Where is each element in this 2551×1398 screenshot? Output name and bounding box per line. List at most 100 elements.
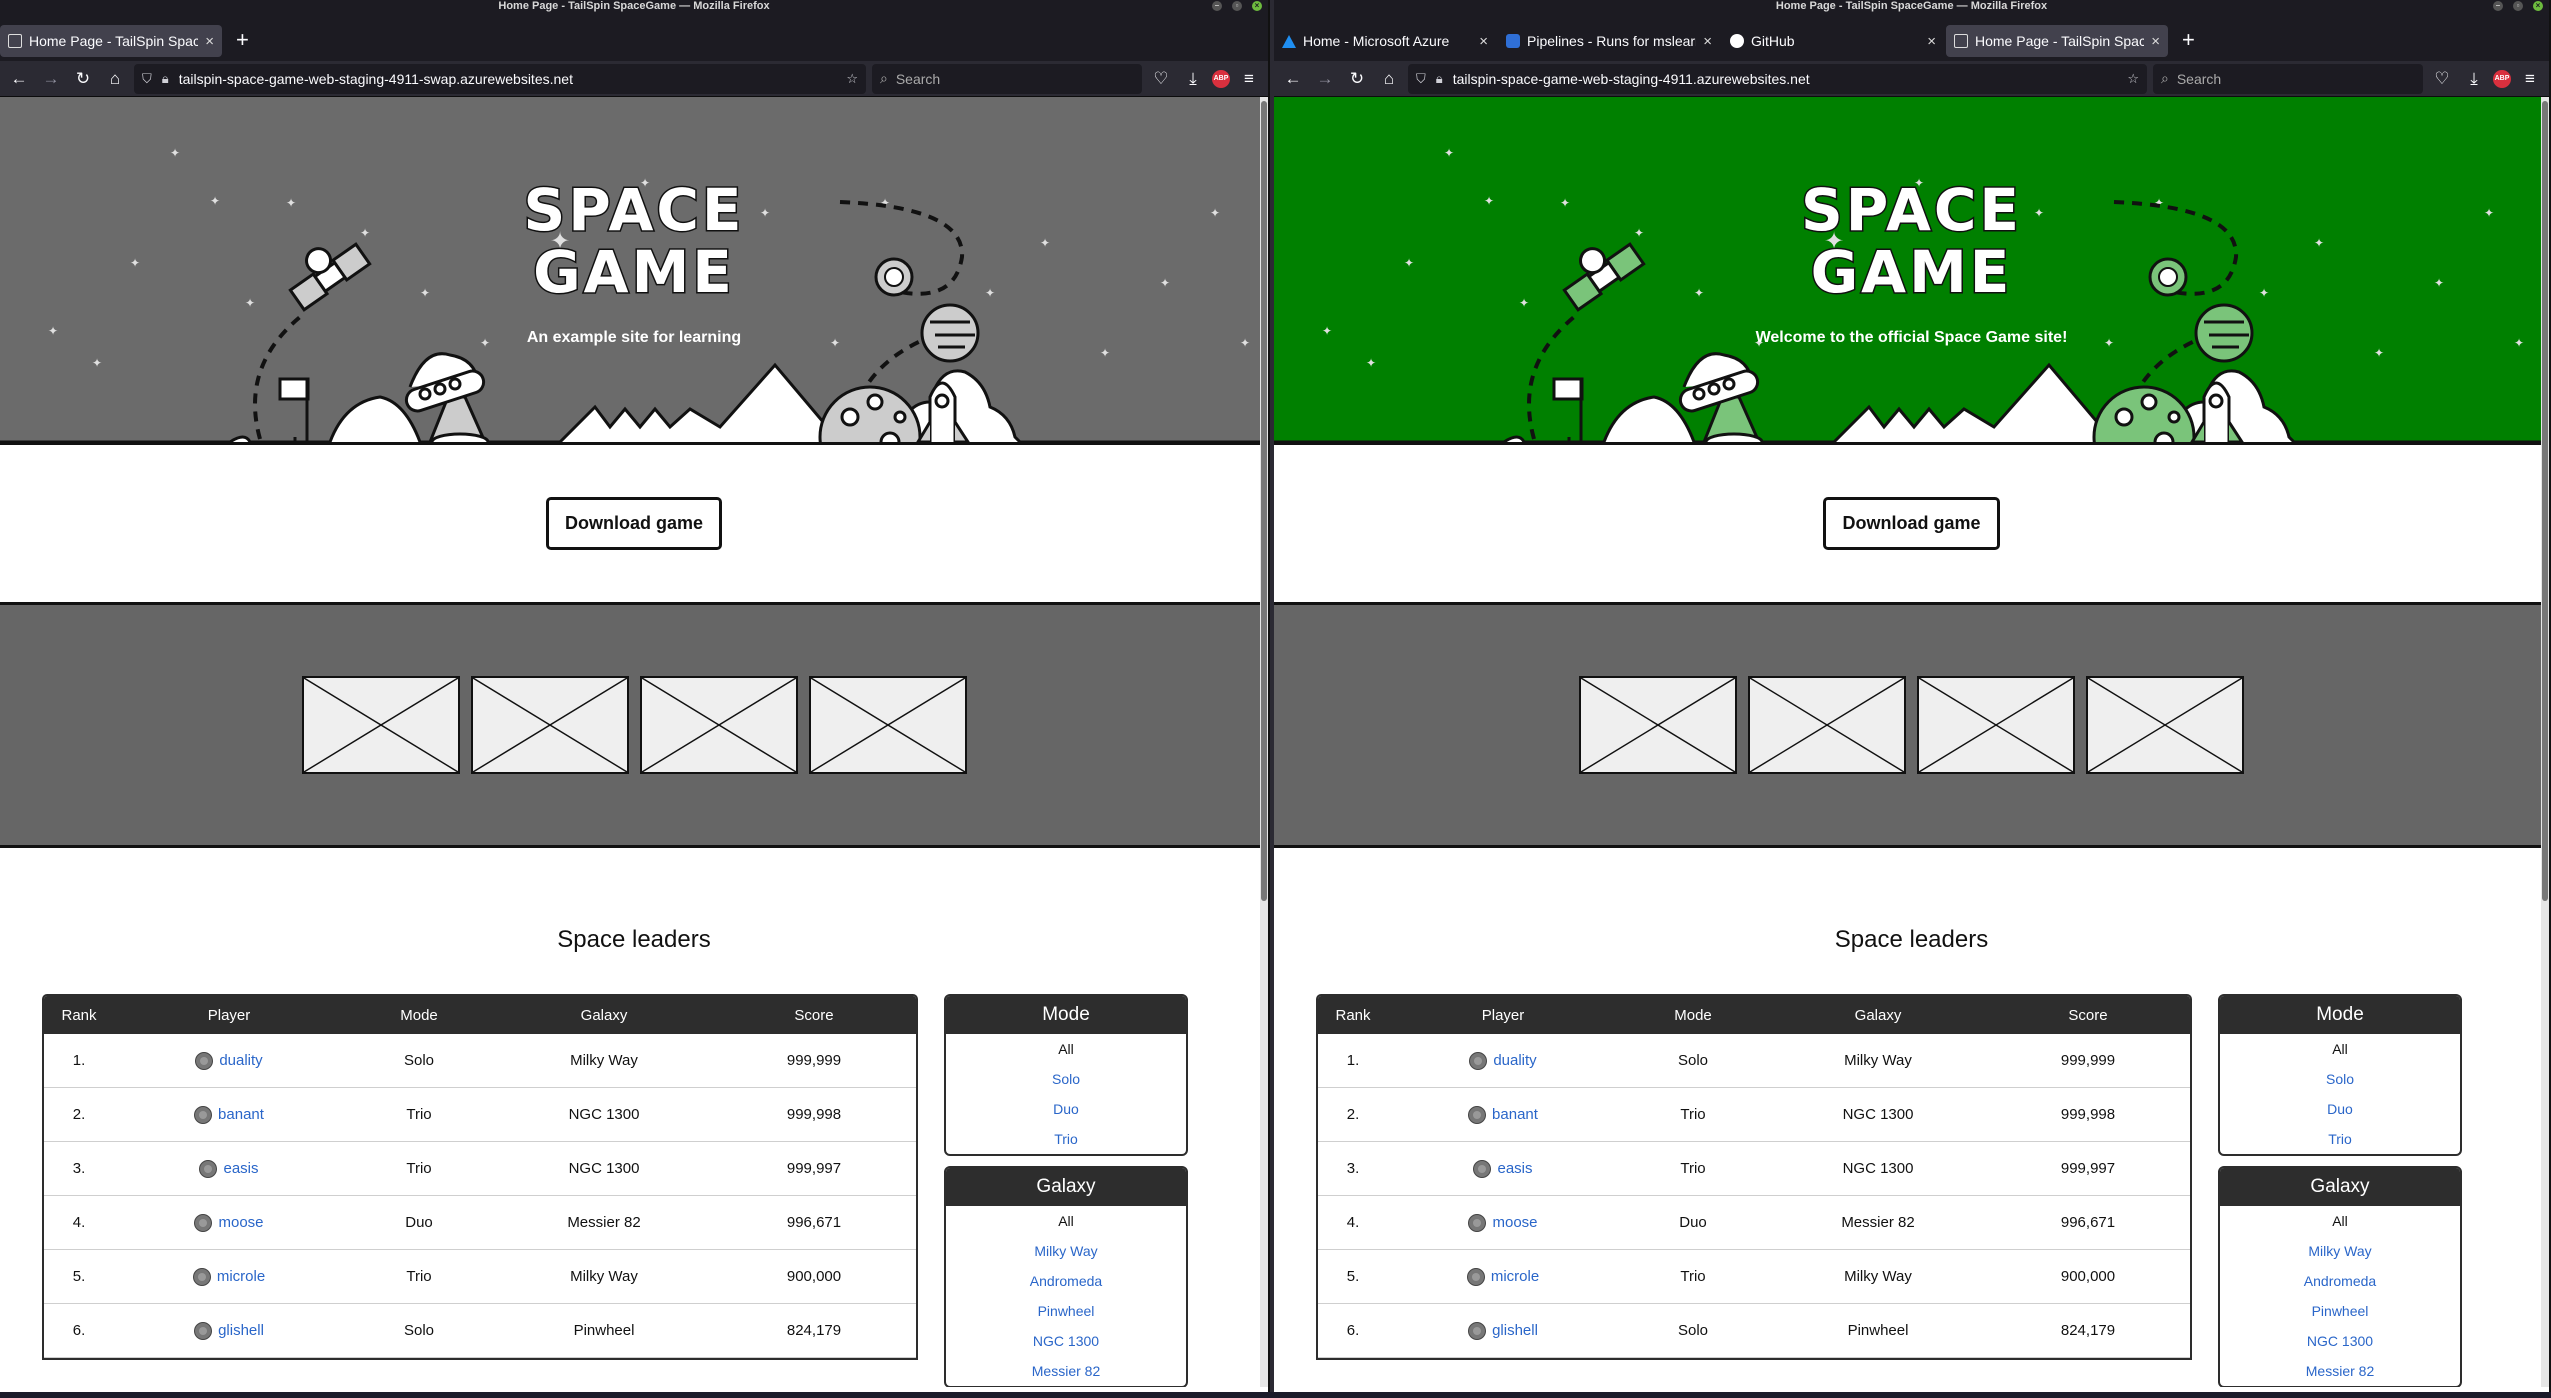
filter-option[interactable]: Solo: [2220, 1064, 2460, 1094]
filter-option[interactable]: All: [2220, 1034, 2460, 1064]
address-bar[interactable]: ⛉ 🔒︎ tailspin-space-game-web-staging-491…: [134, 63, 866, 94]
filter-option[interactable]: Andromeda: [946, 1266, 1186, 1296]
player-link[interactable]: glishell: [1492, 1322, 1538, 1339]
back-arrow-icon[interactable]: ←: [1280, 69, 1306, 89]
maximize-button[interactable]: ▫: [2513, 1, 2523, 11]
player-link[interactable]: easis: [1497, 1160, 1532, 1177]
browser-tab[interactable]: Home Page - TailSpin Space ×: [1946, 25, 2168, 57]
adblock-icon[interactable]: ABP: [2493, 69, 2511, 88]
filter-option[interactable]: All: [946, 1034, 1186, 1064]
new-tab-button[interactable]: +: [2170, 27, 2205, 57]
filter-option[interactable]: Messier 82: [946, 1356, 1186, 1386]
search-input[interactable]: ⌕ Search: [2153, 63, 2423, 94]
download-game-button[interactable]: Download game: [545, 497, 722, 550]
url-text[interactable]: tailspin-space-game-web-staging-4911.azu…: [1453, 71, 2118, 87]
player-link[interactable]: moose: [218, 1214, 263, 1231]
shield-icon[interactable]: ⛉: [142, 71, 152, 87]
player-link[interactable]: moose: [1492, 1214, 1537, 1231]
screenshot-placeholder[interactable]: [301, 676, 460, 774]
screenshot-placeholder[interactable]: [639, 676, 798, 774]
page-scrollbar[interactable]: [2541, 97, 2549, 1387]
filter-option[interactable]: Duo: [2220, 1094, 2460, 1124]
browser-tab[interactable]: GitHub ×: [1722, 25, 1944, 57]
browser-tab[interactable]: Pipelines - Runs for mslearn ×: [1498, 25, 1720, 57]
filter-option[interactable]: Solo: [946, 1064, 1186, 1094]
home-icon[interactable]: ⌂: [102, 69, 128, 89]
menu-icon[interactable]: ≡: [2517, 69, 2543, 89]
filter-option[interactable]: Trio: [946, 1124, 1186, 1154]
player-link[interactable]: duality: [1493, 1052, 1536, 1069]
home-icon[interactable]: ⌂: [1376, 69, 1402, 89]
close-window-button[interactable]: ×: [1252, 1, 1262, 11]
browser-tab[interactable]: Home - Microsoft Azure ×: [1274, 25, 1496, 57]
filter-option[interactable]: Milky Way: [2220, 1236, 2460, 1266]
browser-tab[interactable]: Home Page - TailSpin Space ×: [0, 25, 222, 57]
forward-arrow-icon[interactable]: →: [38, 69, 64, 89]
screenshot-placeholder[interactable]: [2086, 676, 2244, 774]
bookmark-star-icon[interactable]: ☆: [2127, 71, 2139, 87]
screenshot-placeholder[interactable]: [808, 676, 967, 774]
close-tab-icon[interactable]: ×: [1927, 33, 1936, 50]
pocket-icon[interactable]: ♡: [1148, 69, 1174, 89]
svg-text:✦: ✦: [1100, 346, 1110, 360]
screenshot-placeholder[interactable]: [1579, 676, 1737, 774]
minimize-button[interactable]: –: [2493, 1, 2503, 11]
player-cell: moose: [114, 1213, 344, 1232]
player-link[interactable]: glishell: [218, 1322, 264, 1339]
adblock-icon[interactable]: ABP: [1212, 69, 1230, 88]
filter-option[interactable]: Pinwheel: [946, 1296, 1186, 1326]
filter-option[interactable]: All: [2220, 1206, 2460, 1236]
downloads-icon[interactable]: ⤓: [2461, 69, 2487, 89]
reload-icon[interactable]: ↻: [1344, 69, 1370, 89]
player-link[interactable]: easis: [223, 1160, 258, 1177]
bookmark-star-icon[interactable]: ☆: [846, 71, 858, 87]
close-tab-icon[interactable]: ×: [205, 33, 214, 50]
menu-icon[interactable]: ≡: [1236, 69, 1262, 89]
close-tab-icon[interactable]: ×: [2151, 33, 2160, 50]
filter-option[interactable]: NGC 1300: [2220, 1326, 2460, 1356]
downloads-icon[interactable]: ⤓: [1180, 69, 1206, 89]
scrollbar-thumb[interactable]: [1261, 101, 1267, 901]
reload-icon[interactable]: ↻: [70, 69, 96, 89]
lock-icon[interactable]: 🔒︎: [1436, 71, 1443, 87]
maximize-button[interactable]: ▫: [1232, 1, 1242, 11]
filter-option[interactable]: Trio: [2220, 1124, 2460, 1154]
address-bar[interactable]: ⛉ 🔒︎ tailspin-space-game-web-staging-491…: [1408, 63, 2147, 94]
shield-icon[interactable]: ⛉: [1416, 71, 1426, 87]
close-tab-icon[interactable]: ×: [1703, 33, 1712, 50]
search-input[interactable]: ⌕ Search: [872, 63, 1142, 94]
player-link[interactable]: microle: [1491, 1268, 1539, 1285]
close-window-button[interactable]: ×: [2533, 1, 2543, 11]
scrollbar-thumb[interactable]: [2542, 101, 2548, 901]
filter-option[interactable]: Duo: [946, 1094, 1186, 1124]
forward-arrow-icon[interactable]: →: [1312, 69, 1338, 89]
hero-banner: ✦✦✦✦✦✦✦✦✦✦✦✦✦✦✦✦✦✦✦✦✦✦✦✦ SPACE GAME Welc…: [1274, 97, 2549, 445]
pocket-icon[interactable]: ♡: [2429, 69, 2455, 89]
url-text[interactable]: tailspin-space-game-web-staging-4911-swa…: [179, 71, 837, 87]
screenshot-placeholder[interactable]: [1748, 676, 1906, 774]
close-tab-icon[interactable]: ×: [1479, 33, 1488, 50]
window-title: Home Page - TailSpin SpaceGame — Mozilla…: [1775, 0, 2048, 12]
column-header: Rank: [1335, 1006, 1371, 1024]
filter-option[interactable]: Messier 82: [2220, 1356, 2460, 1386]
screenshot-placeholder[interactable]: [470, 676, 629, 774]
new-tab-button[interactable]: +: [224, 27, 259, 57]
filter-option[interactable]: All: [946, 1206, 1186, 1236]
filter-option[interactable]: Pinwheel: [2220, 1296, 2460, 1326]
download-game-button[interactable]: Download game: [1823, 497, 2000, 550]
lock-icon[interactable]: 🔒︎: [162, 71, 169, 87]
score-cell: 999,998: [2060, 1106, 2116, 1123]
screenshot-placeholder[interactable]: [1917, 676, 2075, 774]
player-link[interactable]: banant: [218, 1106, 264, 1123]
player-link[interactable]: microle: [217, 1268, 265, 1285]
minimize-button[interactable]: –: [1212, 1, 1222, 11]
rank-cell: 4.: [72, 1214, 86, 1231]
filter-option[interactable]: NGC 1300: [946, 1326, 1186, 1356]
mode-filter-title: Mode: [2220, 996, 2460, 1034]
filter-option[interactable]: Andromeda: [2220, 1266, 2460, 1296]
player-link[interactable]: banant: [1492, 1106, 1538, 1123]
back-arrow-icon[interactable]: ←: [6, 69, 32, 89]
page-scrollbar[interactable]: [1260, 97, 1268, 1387]
filter-option[interactable]: Milky Way: [946, 1236, 1186, 1266]
player-link[interactable]: duality: [219, 1052, 262, 1069]
